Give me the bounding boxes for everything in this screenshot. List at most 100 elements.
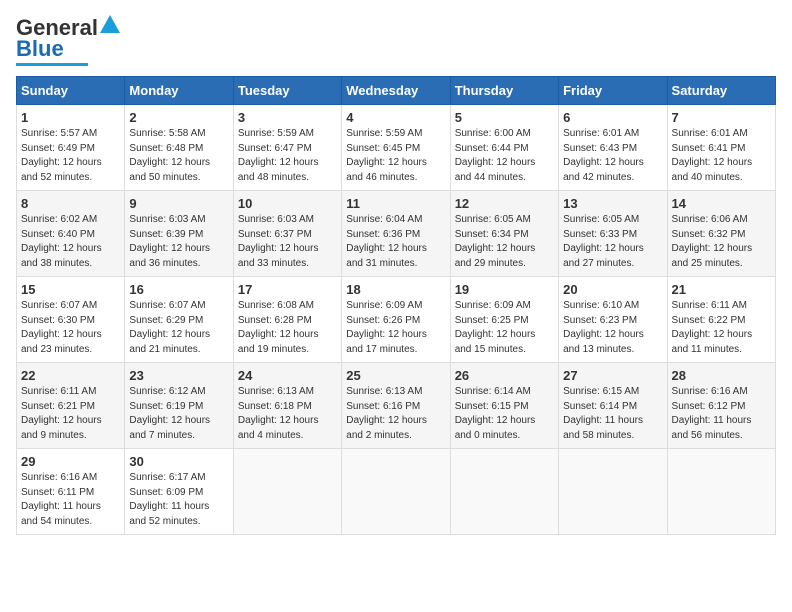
calendar-cell xyxy=(233,449,341,535)
page-header: General Blue xyxy=(16,16,776,66)
weekday-header: Friday xyxy=(559,77,667,105)
day-info: Sunrise: 6:09 AMSunset: 6:26 PMDaylight:… xyxy=(346,299,445,357)
logo-arrow-icon xyxy=(100,15,120,33)
day-number: 9 xyxy=(129,196,228,211)
calendar-cell: 24 Sunrise: 6:13 AMSunset: 6:18 PMDayligh… xyxy=(233,363,341,449)
day-info: Sunrise: 6:15 AMSunset: 6:14 PMDaylight:… xyxy=(563,385,662,443)
day-info: Sunrise: 6:13 AMSunset: 6:16 PMDaylight:… xyxy=(346,385,445,443)
day-number: 10 xyxy=(238,196,337,211)
calendar-cell: 2 Sunrise: 5:58 AMSunset: 6:48 PMDaylight… xyxy=(125,105,233,191)
day-info: Sunrise: 6:13 AMSunset: 6:18 PMDaylight:… xyxy=(238,385,337,443)
day-number: 19 xyxy=(455,282,554,297)
day-info: Sunrise: 6:00 AMSunset: 6:44 PMDaylight:… xyxy=(455,127,554,185)
day-info: Sunrise: 6:08 AMSunset: 6:28 PMDaylight:… xyxy=(238,299,337,357)
logo-blue: Blue xyxy=(16,36,64,62)
day-number: 1 xyxy=(21,110,120,125)
calendar-cell: 9 Sunrise: 6:03 AMSunset: 6:39 PMDaylight… xyxy=(125,191,233,277)
day-info: Sunrise: 6:03 AMSunset: 6:37 PMDaylight:… xyxy=(238,213,337,271)
day-info: Sunrise: 6:01 AMSunset: 6:43 PMDaylight:… xyxy=(563,127,662,185)
weekday-header: Monday xyxy=(125,77,233,105)
day-info: Sunrise: 6:06 AMSunset: 6:32 PMDaylight:… xyxy=(672,213,771,271)
day-info: Sunrise: 6:04 AMSunset: 6:36 PMDaylight:… xyxy=(346,213,445,271)
day-number: 23 xyxy=(129,368,228,383)
day-number: 5 xyxy=(455,110,554,125)
day-number: 3 xyxy=(238,110,337,125)
day-info: Sunrise: 6:05 AMSunset: 6:33 PMDaylight:… xyxy=(563,213,662,271)
calendar-cell: 7 Sunrise: 6:01 AMSunset: 6:41 PMDaylight… xyxy=(667,105,775,191)
calendar-cell: 11 Sunrise: 6:04 AMSunset: 6:36 PMDayligh… xyxy=(342,191,450,277)
calendar-cell: 4 Sunrise: 5:59 AMSunset: 6:45 PMDaylight… xyxy=(342,105,450,191)
calendar-week-row: 15 Sunrise: 6:07 AMSunset: 6:30 PMDayligh… xyxy=(17,277,776,363)
logo-underline xyxy=(16,63,88,66)
calendar-cell xyxy=(450,449,558,535)
day-info: Sunrise: 6:11 AMSunset: 6:22 PMDaylight:… xyxy=(672,299,771,357)
calendar-cell: 16Sunrise: 6:07 AMSunset: 6:29 PMDayligh… xyxy=(125,277,233,363)
day-info: Sunrise: 6:01 AMSunset: 6:41 PMDaylight:… xyxy=(672,127,771,185)
day-number: 25 xyxy=(346,368,445,383)
day-number: 24 xyxy=(238,368,337,383)
day-number: 27 xyxy=(563,368,662,383)
day-number: 29 xyxy=(21,454,120,469)
calendar-cell: 20 Sunrise: 6:10 AMSunset: 6:23 PMDayligh… xyxy=(559,277,667,363)
calendar-cell: 23 Sunrise: 6:12 AMSunset: 6:19 PMDayligh… xyxy=(125,363,233,449)
day-number: 14 xyxy=(672,196,771,211)
day-info: Sunrise: 6:10 AMSunset: 6:23 PMDaylight:… xyxy=(563,299,662,357)
calendar-table: SundayMondayTuesdayWednesdayThursdayFrid… xyxy=(16,76,776,535)
day-number: 16 xyxy=(129,282,228,297)
day-info: Sunrise: 6:05 AMSunset: 6:34 PMDaylight:… xyxy=(455,213,554,271)
calendar-cell: 8Sunrise: 6:02 AMSunset: 6:40 PMDaylight… xyxy=(17,191,125,277)
day-number: 6 xyxy=(563,110,662,125)
weekday-header: Tuesday xyxy=(233,77,341,105)
calendar-cell: 12 Sunrise: 6:05 AMSunset: 6:34 PMDayligh… xyxy=(450,191,558,277)
calendar-cell: 19Sunrise: 6:09 AMSunset: 6:25 PMDayligh… xyxy=(450,277,558,363)
day-number: 12 xyxy=(455,196,554,211)
calendar-cell: 1 Sunrise: 5:57 AMSunset: 6:49 PMDaylight… xyxy=(17,105,125,191)
day-info: Sunrise: 6:12 AMSunset: 6:19 PMDaylight:… xyxy=(129,385,228,443)
day-info: Sunrise: 5:57 AMSunset: 6:49 PMDaylight:… xyxy=(21,127,120,185)
calendar-cell: 30 Sunrise: 6:17 AMSunset: 6:09 PMDayligh… xyxy=(125,449,233,535)
calendar-cell xyxy=(559,449,667,535)
day-number: 18 xyxy=(346,282,445,297)
day-number: 22 xyxy=(21,368,120,383)
day-info: Sunrise: 5:58 AMSunset: 6:48 PMDaylight:… xyxy=(129,127,228,185)
day-number: 11 xyxy=(346,196,445,211)
day-number: 28 xyxy=(672,368,771,383)
day-info: Sunrise: 6:03 AMSunset: 6:39 PMDaylight:… xyxy=(129,213,228,271)
day-number: 26 xyxy=(455,368,554,383)
calendar-week-row: 8Sunrise: 6:02 AMSunset: 6:40 PMDaylight… xyxy=(17,191,776,277)
day-number: 17 xyxy=(238,282,337,297)
weekday-header: Saturday xyxy=(667,77,775,105)
day-number: 7 xyxy=(672,110,771,125)
day-number: 30 xyxy=(129,454,228,469)
day-number: 21 xyxy=(672,282,771,297)
day-info: Sunrise: 6:07 AMSunset: 6:30 PMDaylight:… xyxy=(21,299,120,357)
calendar-cell: 22 Sunrise: 6:11 AMSunset: 6:21 PMDayligh… xyxy=(17,363,125,449)
weekday-header: Thursday xyxy=(450,77,558,105)
day-info: Sunrise: 6:17 AMSunset: 6:09 PMDaylight:… xyxy=(129,471,228,529)
day-info: Sunrise: 6:16 AMSunset: 6:12 PMDaylight:… xyxy=(672,385,771,443)
day-number: 4 xyxy=(346,110,445,125)
calendar-cell: 3 Sunrise: 5:59 AMSunset: 6:47 PMDaylight… xyxy=(233,105,341,191)
calendar-cell: 5 Sunrise: 6:00 AMSunset: 6:44 PMDaylight… xyxy=(450,105,558,191)
weekday-header: Wednesday xyxy=(342,77,450,105)
day-info: Sunrise: 5:59 AMSunset: 6:45 PMDaylight:… xyxy=(346,127,445,185)
logo: General Blue xyxy=(16,16,120,66)
day-number: 8 xyxy=(21,196,120,211)
calendar-week-row: 1 Sunrise: 5:57 AMSunset: 6:49 PMDaylight… xyxy=(17,105,776,191)
day-number: 2 xyxy=(129,110,228,125)
calendar-cell: 18 Sunrise: 6:09 AMSunset: 6:26 PMDayligh… xyxy=(342,277,450,363)
day-info: Sunrise: 5:59 AMSunset: 6:47 PMDaylight:… xyxy=(238,127,337,185)
calendar-cell xyxy=(342,449,450,535)
day-number: 20 xyxy=(563,282,662,297)
day-info: Sunrise: 6:16 AMSunset: 6:11 PMDaylight:… xyxy=(21,471,120,529)
calendar-cell: 26Sunrise: 6:14 AMSunset: 6:15 PMDayligh… xyxy=(450,363,558,449)
calendar-cell: 27 Sunrise: 6:15 AMSunset: 6:14 PMDayligh… xyxy=(559,363,667,449)
calendar-week-row: 22 Sunrise: 6:11 AMSunset: 6:21 PMDayligh… xyxy=(17,363,776,449)
calendar-cell: 13 Sunrise: 6:05 AMSunset: 6:33 PMDayligh… xyxy=(559,191,667,277)
day-info: Sunrise: 6:11 AMSunset: 6:21 PMDaylight:… xyxy=(21,385,120,443)
calendar-cell: 10 Sunrise: 6:03 AMSunset: 6:37 PMDayligh… xyxy=(233,191,341,277)
calendar-cell: 25 Sunrise: 6:13 AMSunset: 6:16 PMDayligh… xyxy=(342,363,450,449)
day-number: 15 xyxy=(21,282,120,297)
day-number: 13 xyxy=(563,196,662,211)
calendar-cell: 28 Sunrise: 6:16 AMSunset: 6:12 PMDayligh… xyxy=(667,363,775,449)
